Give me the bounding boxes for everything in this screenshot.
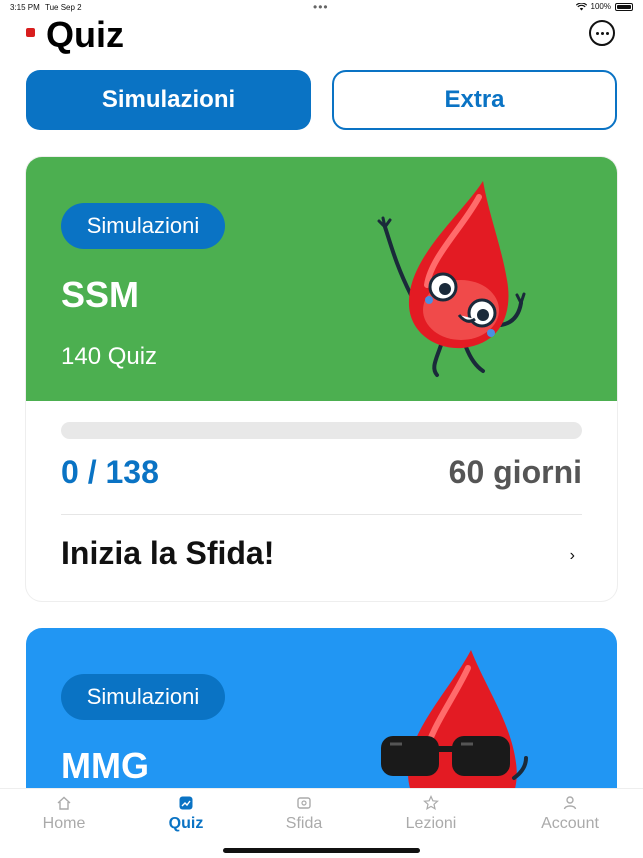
tab-label: Account (541, 815, 599, 832)
tab-label: Quiz (168, 815, 204, 832)
category-badge: Simulazioni (61, 674, 225, 720)
tab-home[interactable]: Home (4, 795, 124, 833)
tab-account[interactable]: Account (510, 795, 630, 833)
dot-icon (605, 31, 609, 35)
header: Quiz (26, 14, 618, 56)
quiz-icon (179, 796, 193, 810)
status-right: 100% (575, 2, 633, 11)
tab-lezioni[interactable]: Lezioni (371, 795, 491, 833)
account-icon (563, 796, 577, 810)
category-badge: Simulazioni (61, 203, 225, 249)
segment-simulazioni[interactable]: Simulazioni (26, 70, 311, 130)
chevron-right-icon[interactable]: › (570, 547, 575, 565)
dot-icon (600, 31, 604, 35)
card-title: MMG (61, 745, 149, 786)
tab-label: Sfida (285, 815, 323, 832)
status-date: Tue Sep 2 (45, 3, 82, 12)
quiz-count: 140 Quiz (61, 343, 158, 370)
tab-label: Home (42, 815, 86, 832)
tab-sfida[interactable]: Sfida (244, 795, 364, 833)
segment-extra[interactable]: Extra (332, 70, 617, 130)
battery-percent: 100% (590, 2, 611, 11)
star-icon (423, 795, 439, 811)
more-options-button[interactable] (589, 20, 615, 46)
home-icon (57, 796, 71, 810)
tab-label: Lezioni (405, 815, 457, 832)
progress-count: 0 / 138 (61, 454, 159, 490)
quiz-card-ssm[interactable]: Simulazioni SSM 140 Quiz 0 / 138 60 gior… (26, 157, 617, 601)
dot-icon (595, 31, 599, 35)
divider (61, 514, 582, 515)
tab-quiz[interactable]: Quiz (126, 795, 246, 833)
challenge-icon (297, 797, 311, 809)
page-title: Quiz (46, 14, 124, 55)
app-badge-icon (26, 28, 35, 37)
card-title: SSM (61, 274, 140, 315)
status-time: 3:15 PM (10, 3, 40, 12)
multitasking-dots-icon[interactable]: ••• (313, 0, 329, 14)
blood-drop-mascot-icon (377, 181, 526, 377)
start-challenge-link[interactable]: Inizia la Sfida! (61, 535, 274, 572)
progress-bar (61, 422, 582, 439)
battery-icon (615, 2, 633, 11)
wifi-icon (575, 2, 587, 10)
home-indicator[interactable] (223, 848, 420, 853)
days-remaining: 60 giorni (448, 454, 582, 490)
